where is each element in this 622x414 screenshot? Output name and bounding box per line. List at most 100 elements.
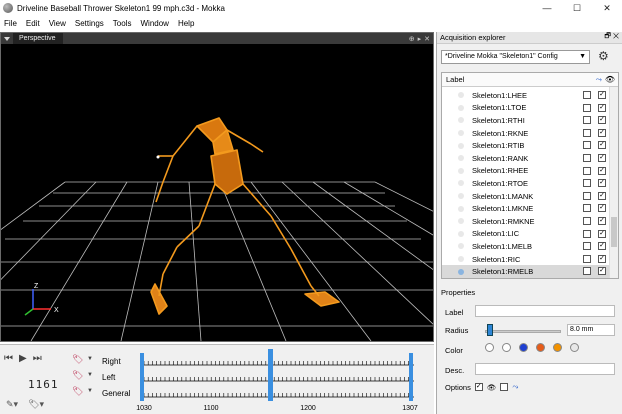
menu-settings[interactable]: Settings xyxy=(71,19,109,28)
eye-icon[interactable]: 👁 xyxy=(487,383,497,392)
trajectory-checkbox[interactable] xyxy=(583,116,591,125)
event-tag-icon[interactable]: 🏷 xyxy=(72,370,86,380)
desc-input[interactable] xyxy=(475,363,615,375)
color-swatch-default[interactable] xyxy=(485,343,494,352)
trajectory-checkbox[interactable] xyxy=(583,153,591,162)
list-item[interactable]: Skeleton1:RIC ✓ xyxy=(442,253,611,266)
label-column-header[interactable]: Label xyxy=(446,75,464,84)
viewport-split-icon[interactable]: ▸ xyxy=(418,35,422,43)
label-input[interactable] xyxy=(475,305,615,317)
next-frame-button[interactable]: ⏭ xyxy=(33,353,42,364)
visible-checkbox[interactable]: ✓ xyxy=(598,267,606,276)
visible-checkbox[interactable]: ✓ xyxy=(598,116,606,125)
3d-scene[interactable]: Z X xyxy=(1,44,433,341)
scrollbar-thumb[interactable] xyxy=(611,217,617,247)
menu-file[interactable]: File xyxy=(0,19,22,28)
trajectory-checkbox[interactable] xyxy=(583,191,591,200)
visible-checkbox[interactable]: ✓ xyxy=(598,229,606,238)
list-item[interactable]: Skeleton1:RMKNE ✓ xyxy=(442,215,611,228)
viewport-menu-caret-icon[interactable] xyxy=(4,36,10,41)
track-left[interactable]: 🏷 ▼ xyxy=(72,367,93,383)
chevron-down-icon[interactable]: ▼ xyxy=(87,356,93,362)
play-button[interactable]: ▶ xyxy=(19,353,27,364)
skeleton-model[interactable] xyxy=(150,117,340,315)
gear-icon[interactable]: ⚙ xyxy=(598,50,609,66)
range-start-handle[interactable] xyxy=(140,353,144,401)
trajectory-checkbox[interactable] xyxy=(583,242,591,251)
visible-checkbox[interactable]: ✓ xyxy=(598,204,606,213)
viewport-mode-tab[interactable]: Perspective xyxy=(13,33,63,44)
list-scrollbar[interactable] xyxy=(609,87,618,278)
list-item[interactable]: Skeleton1:LMANK ✓ xyxy=(442,190,611,203)
list-item[interactable]: Skeleton1:LMELB ✓ xyxy=(442,240,611,253)
previous-frame-button[interactable]: ⏮ xyxy=(4,353,13,364)
chevron-down-icon[interactable]: ▼ xyxy=(87,372,93,378)
option-trajectory-checkbox[interactable] xyxy=(500,383,509,391)
trajectory-checkbox[interactable] xyxy=(583,229,591,238)
timeline-ruler[interactable] xyxy=(138,349,420,401)
range-end-handle[interactable] xyxy=(409,353,413,401)
config-select[interactable]: *Driveline Mokka "Skeleton1" Config ▼ xyxy=(441,50,590,64)
list-item[interactable]: Skeleton1:LMKNE ✓ xyxy=(442,202,611,215)
list-item[interactable]: Skeleton1:RTOE ✓ xyxy=(442,177,611,190)
visible-checkbox[interactable]: ✓ xyxy=(598,91,606,99)
trajectory-checkbox[interactable] xyxy=(583,216,591,225)
event-tag-icon[interactable]: 🏷 xyxy=(72,354,86,364)
track-general[interactable]: 🏷 ▼ xyxy=(72,383,93,399)
list-item[interactable]: Skeleton1:RMANK✓ xyxy=(442,278,611,279)
visible-checkbox[interactable]: ✓ xyxy=(598,254,606,263)
trajectory-checkbox[interactable] xyxy=(583,141,591,150)
trajectory-checkbox[interactable] xyxy=(583,91,591,99)
visible-checkbox[interactable]: ✓ xyxy=(598,166,606,175)
minimize-button[interactable]: — xyxy=(532,0,562,16)
visible-checkbox[interactable]: ✓ xyxy=(598,216,606,225)
color-swatch-white[interactable] xyxy=(502,343,511,352)
visible-checkbox[interactable]: ✓ xyxy=(598,141,606,150)
visible-checkbox[interactable]: ✓ xyxy=(598,103,606,112)
trajectory-column-icon[interactable]: ⤳ xyxy=(596,75,602,85)
maximize-button[interactable]: ☐ xyxy=(562,0,592,16)
viewport-close-icon[interactable]: ✕ xyxy=(424,35,430,43)
menu-tools[interactable]: Tools xyxy=(109,19,137,28)
list-item[interactable]: Skeleton1:RKNE ✓ xyxy=(442,127,611,140)
playhead[interactable] xyxy=(268,349,273,401)
list-item[interactable]: Skeleton1:LIC ✓ xyxy=(442,228,611,241)
trajectory-checkbox[interactable] xyxy=(583,267,591,276)
color-swatch-yellow[interactable] xyxy=(553,343,562,352)
trajectory-checkbox[interactable] xyxy=(583,254,591,263)
color-swatch-orange[interactable] xyxy=(536,343,545,352)
trajectory-checkbox[interactable] xyxy=(583,128,591,137)
radius-slider[interactable] xyxy=(485,330,561,333)
list-item[interactable]: Skeleton1:RTIB ✓ xyxy=(442,139,611,152)
menu-help[interactable]: Help xyxy=(174,19,199,28)
3d-viewport[interactable]: Perspective ⊕ ▸ ✕ Z X xyxy=(0,32,434,342)
visible-checkbox[interactable]: ✓ xyxy=(598,179,606,188)
trajectory-checkbox[interactable] xyxy=(583,179,591,188)
trajectory-icon[interactable]: ⤳ xyxy=(512,382,518,392)
radius-slider-handle[interactable] xyxy=(487,324,493,336)
event-tag-icon[interactable]: 🏷 xyxy=(72,386,86,396)
viewport-move-icon[interactable]: ⊕ xyxy=(409,35,415,43)
marker-list[interactable]: Label ⤳ 👁 Skeleton1:LHEE ✓ Skeleton1:LTOE ✓… xyxy=(441,72,619,279)
menu-window[interactable]: Window xyxy=(136,19,173,28)
color-swatch-grey[interactable] xyxy=(570,343,579,352)
visible-checkbox[interactable]: ✓ xyxy=(598,242,606,251)
chevron-down-icon[interactable]: ▼ xyxy=(87,388,93,394)
color-swatch-blue[interactable] xyxy=(519,343,528,352)
panel-dock-icons[interactable]: 🗗 ✕ xyxy=(604,32,619,43)
track-right[interactable]: 🏷 ▼ xyxy=(72,351,93,367)
trajectory-checkbox[interactable] xyxy=(583,166,591,175)
list-item[interactable]: Skeleton1:RTHI ✓ xyxy=(442,114,611,127)
trajectory-checkbox[interactable] xyxy=(583,103,591,112)
selected-marker[interactable] xyxy=(156,155,160,159)
menu-edit[interactable]: Edit xyxy=(22,19,45,28)
list-item[interactable]: Skeleton1:RHEE ✓ xyxy=(442,165,611,178)
trajectory-checkbox[interactable] xyxy=(583,204,591,213)
eye-icon[interactable]: 👁 xyxy=(605,75,615,84)
visible-checkbox[interactable]: ✓ xyxy=(598,128,606,137)
list-item[interactable]: Skeleton1:LHEE ✓ xyxy=(442,89,611,102)
radius-input[interactable]: 8.0 mm xyxy=(567,324,615,336)
option-checkbox[interactable]: ✓ xyxy=(474,383,483,391)
menu-view[interactable]: View xyxy=(45,19,71,28)
list-item[interactable]: Skeleton1:RMELB ✓ xyxy=(442,265,611,278)
